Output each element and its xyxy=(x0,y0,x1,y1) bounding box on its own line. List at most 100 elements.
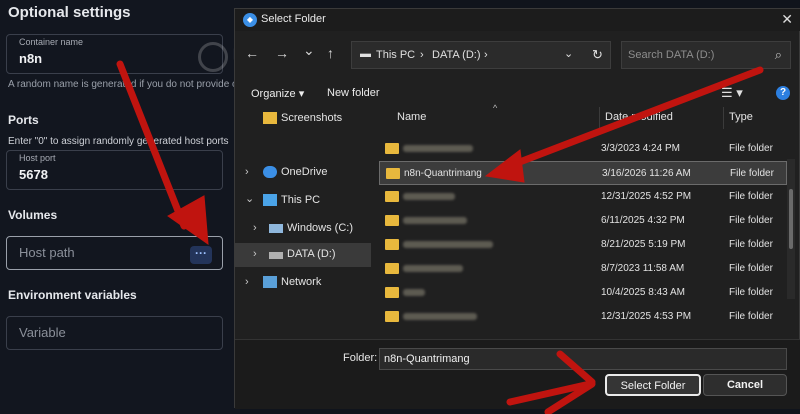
host-port-label: Host port xyxy=(19,153,56,163)
row-type: File folder xyxy=(729,143,773,154)
container-name-hint: A random name is generated if you do not… xyxy=(8,79,249,90)
organize-menu[interactable]: Organize ▾ xyxy=(251,87,304,100)
search-box[interactable]: Search DATA (D:) ⌕ xyxy=(621,41,791,69)
crumb-data-drive[interactable]: DATA (D:) xyxy=(432,49,480,61)
row-date: 12/31/2025 4:52 PM xyxy=(601,191,692,202)
nav-item-screenshots[interactable]: Screenshots xyxy=(235,107,371,131)
chevron-right-icon[interactable]: › xyxy=(253,222,257,234)
chevron-right-icon[interactable]: › xyxy=(253,248,257,260)
blurred-name xyxy=(403,145,473,152)
env-heading: Environment variables xyxy=(8,288,137,302)
computer-icon xyxy=(263,194,277,206)
column-header-date[interactable]: Date modified xyxy=(605,111,673,123)
nav-item-label: Screenshots xyxy=(281,112,343,124)
ports-hint: Enter "0" to assign randomly generated h… xyxy=(8,136,229,147)
folder-icon xyxy=(385,143,399,154)
host-port-field[interactable]: Host port 5678 xyxy=(6,150,223,190)
nav-item-label: OneDrive xyxy=(281,166,328,178)
app-icon: ◆ xyxy=(243,13,257,27)
folder-icon xyxy=(385,287,399,298)
close-icon[interactable]: ✕ xyxy=(781,11,793,28)
row-name: n8n-Quantrimang xyxy=(404,168,482,179)
nav-item-windows-c[interactable]: › Windows (C:) xyxy=(235,217,371,241)
forward-arrow-icon[interactable]: → xyxy=(275,45,289,61)
row-type: File folder xyxy=(729,287,773,298)
new-folder-button[interactable]: New folder xyxy=(327,87,380,99)
folder-icon xyxy=(385,263,399,274)
list-item[interactable]: 12/31/2025 4:52 PM File folder xyxy=(379,185,787,209)
refresh-icon[interactable]: ↻ xyxy=(592,47,603,63)
network-icon xyxy=(263,276,277,288)
list-item-selected[interactable]: n8n-Quantrimang 3/16/2026 11:26 AM File … xyxy=(379,161,787,185)
drive-icon xyxy=(269,224,283,233)
page-title: Optional settings xyxy=(8,4,131,21)
nav-item-this-pc[interactable]: ⌄ This PC xyxy=(235,189,371,213)
blurred-name xyxy=(403,241,493,248)
navigation-pane: Screenshots › OneDrive ⌄ This PC › Windo… xyxy=(235,107,371,339)
nav-item-label: Windows (C:) xyxy=(287,222,354,234)
row-type: File folder xyxy=(729,311,773,322)
cancel-button[interactable]: Cancel xyxy=(703,374,787,396)
back-arrow-icon[interactable]: ← xyxy=(245,45,259,61)
list-item[interactable]: 8/21/2025 5:19 PM File folder xyxy=(379,233,787,257)
chevron-right-icon[interactable]: › xyxy=(245,276,249,288)
column-header-name[interactable]: Name xyxy=(397,111,426,123)
list-item[interactable]: 6/11/2025 4:32 PM File folder xyxy=(379,209,787,233)
sort-indicator-icon: ^ xyxy=(493,103,498,113)
nav-item-label: DATA (D:) xyxy=(287,248,336,260)
list-item[interactable]: 3/3/2023 4:24 PM File folder xyxy=(379,137,787,161)
help-icon[interactable]: ? xyxy=(776,86,790,100)
blurred-name xyxy=(403,265,463,272)
host-path-field[interactable]: Host path ··· xyxy=(6,236,223,270)
list-item[interactable]: 12/31/2025 4:53 PM File folder xyxy=(379,305,787,329)
ports-heading: Ports xyxy=(8,113,39,127)
column-divider[interactable] xyxy=(723,107,724,129)
nav-item-onedrive[interactable]: › OneDrive xyxy=(235,161,371,185)
watermark-logo-icon xyxy=(198,42,228,72)
nav-item-label: This PC xyxy=(281,194,321,206)
vertical-scrollbar[interactable] xyxy=(787,159,795,299)
dialog-footer: Folder: n8n-Quantrimang Select Folder Ca… xyxy=(235,339,800,409)
browse-button[interactable]: ··· xyxy=(190,246,212,264)
column-header-type[interactable]: Type xyxy=(729,111,753,123)
chevron-down-icon[interactable]: ⌄ xyxy=(245,192,254,205)
view-options-icon[interactable]: ☰ ▾ xyxy=(721,85,743,101)
folder-icon xyxy=(263,112,277,124)
up-arrow-icon[interactable]: ↑ xyxy=(327,45,334,61)
folder-icon xyxy=(385,191,399,202)
nav-item-network[interactable]: › Network xyxy=(235,271,371,295)
variable-field[interactable]: Variable xyxy=(6,316,223,350)
recent-locations-icon[interactable]: ⌄ xyxy=(303,42,315,59)
blurred-name xyxy=(403,313,477,320)
container-name-field[interactable]: Container name n8n xyxy=(6,34,223,74)
container-name-value: n8n xyxy=(19,51,43,66)
chevron-down-icon[interactable]: ⌄ xyxy=(564,47,573,60)
drive-icon: ▬ xyxy=(360,48,371,60)
search-icon: ⌕ xyxy=(774,47,782,62)
file-list: Name ^ Date modified Type 3/3/2023 4:24 … xyxy=(377,103,787,339)
column-divider[interactable] xyxy=(599,107,600,129)
folder-icon xyxy=(385,239,399,250)
list-item[interactable]: 8/7/2023 11:58 AM File folder xyxy=(379,257,787,281)
blurred-name xyxy=(403,289,425,296)
crumb-separator: › xyxy=(420,49,424,61)
blurred-name xyxy=(403,217,467,224)
row-date: 3/3/2023 4:24 PM xyxy=(601,143,680,154)
folder-input[interactable]: n8n-Quantrimang xyxy=(379,348,787,370)
folder-icon xyxy=(385,215,399,226)
row-type: File folder xyxy=(729,239,773,250)
nav-item-data-d[interactable]: › DATA (D:) xyxy=(235,243,371,267)
select-folder-button[interactable]: Select Folder xyxy=(605,374,701,396)
folder-icon xyxy=(386,168,400,179)
volumes-heading: Volumes xyxy=(8,208,58,222)
navigation-bar: ← → ⌄ ↑ ▬ This PC › DATA (D:) › ⌄ ↻ Sear… xyxy=(235,37,800,73)
crumb-this-pc[interactable]: This PC xyxy=(376,49,415,61)
address-bar[interactable]: ▬ This PC › DATA (D:) › ⌄ ↻ xyxy=(351,41,611,69)
chevron-right-icon[interactable]: › xyxy=(245,166,249,178)
host-port-value: 5678 xyxy=(19,167,48,182)
cloud-icon xyxy=(263,166,277,178)
row-date: 8/21/2025 5:19 PM xyxy=(601,239,686,250)
dialog-titlebar: ◆ Select Folder ✕ xyxy=(235,9,800,31)
scrollbar-thumb[interactable] xyxy=(789,189,793,249)
list-item[interactable]: 10/4/2025 8:43 AM File folder xyxy=(379,281,787,305)
